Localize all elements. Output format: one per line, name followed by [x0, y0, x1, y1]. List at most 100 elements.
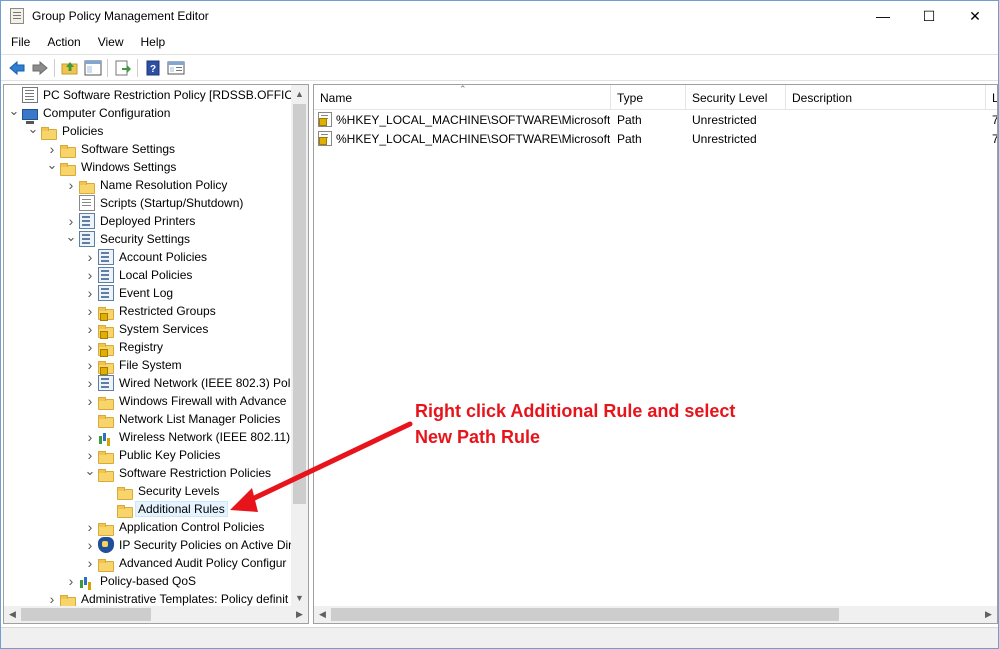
list-item[interactable]: %HKEY_LOCAL_MACHINE\SOFTWARE\Microsoft..… — [314, 129, 997, 148]
chevron-down-icon[interactable]: ⌄ — [63, 229, 79, 248]
back-arrow-icon — [8, 60, 24, 75]
chevron-right-icon[interactable]: › — [63, 572, 79, 590]
chevron-right-icon[interactable]: › — [82, 536, 98, 554]
show-hide-tree-button[interactable] — [81, 57, 104, 79]
chevron-right-icon[interactable]: › — [82, 428, 98, 446]
help-button[interactable]: ? — [141, 57, 164, 79]
folder-icon — [98, 558, 114, 572]
tree-item[interactable]: › File System — [82, 356, 184, 375]
chevron-right-icon[interactable]: › — [82, 302, 98, 320]
tree-item[interactable]: ⌄ Policies — [25, 121, 105, 140]
scroll-up-icon[interactable]: ▲ — [291, 85, 308, 102]
menu-help[interactable]: Help — [134, 35, 173, 49]
tree-item[interactable]: › Deployed Printers — [63, 212, 197, 230]
tree-vertical-scrollbar[interactable]: ▲ ▼ — [291, 85, 308, 606]
chevron-right-icon[interactable]: › — [82, 518, 98, 536]
chevron-right-icon[interactable]: › — [82, 320, 98, 338]
maximize-button[interactable]: ☐ — [906, 1, 952, 31]
annotation-line-2: New Path Rule — [415, 427, 541, 447]
column-header-security-level[interactable]: Security Level — [686, 85, 786, 110]
chevron-right-icon[interactable]: › — [82, 554, 98, 572]
tree-horizontal-scrollbar[interactable]: ◀ ▶ — [4, 606, 308, 623]
tree-hscroll-thumb[interactable] — [21, 608, 151, 621]
locked-folder-icon — [98, 324, 114, 339]
properties-icon — [167, 61, 184, 74]
folder-icon — [98, 450, 114, 464]
column-header-type[interactable]: Type — [611, 85, 686, 110]
tree-item[interactable]: › Advanced Audit Policy Configur — [82, 554, 288, 572]
tree-item-label: Deployed Printers — [100, 214, 196, 228]
tree-item[interactable]: ⌄ Windows Settings — [44, 157, 178, 176]
show-hide-tree-icon — [84, 60, 101, 75]
tree-item[interactable]: › Software Settings — [44, 140, 177, 158]
chevron-right-icon[interactable]: › — [82, 392, 98, 410]
column-header-name[interactable]: Name — [314, 85, 611, 110]
policy-icon — [98, 267, 114, 283]
chevron-down-icon[interactable]: ⌄ — [82, 463, 98, 482]
tree-item[interactable]: ⌄ Security Settings — [63, 229, 192, 248]
scroll-down-icon[interactable]: ▼ — [291, 589, 308, 606]
menu-file[interactable]: File — [4, 35, 37, 49]
tree-item[interactable]: Scripts (Startup/Shutdown) — [63, 194, 245, 212]
chevron-right-icon[interactable]: › — [82, 338, 98, 356]
chevron-right-icon[interactable]: › — [82, 446, 98, 464]
tree-item[interactable]: › Registry — [82, 338, 165, 357]
list-hscroll-thumb[interactable] — [331, 608, 839, 621]
tree-vscroll-thumb[interactable] — [293, 104, 306, 504]
chevron-right-icon[interactable]: › — [63, 212, 79, 230]
tree-item[interactable]: › Account Policies — [82, 248, 209, 266]
scroll-right-icon[interactable]: ▶ — [291, 606, 308, 623]
properties-button[interactable] — [164, 57, 187, 79]
chevron-down-icon[interactable]: ⌄ — [25, 121, 41, 140]
close-button[interactable]: ✕ — [952, 1, 998, 31]
chevron-right-icon[interactable]: › — [82, 248, 98, 266]
tree-item[interactable]: › Restricted Groups — [82, 302, 218, 321]
policy-icon — [98, 375, 114, 391]
tree-item[interactable]: Additional Rules — [101, 500, 228, 518]
back-button[interactable] — [5, 57, 28, 79]
forward-button[interactable] — [28, 57, 51, 79]
export-list-button[interactable] — [111, 57, 134, 79]
tree-item[interactable]: › Windows Firewall with Advance — [82, 392, 288, 410]
scroll-right-icon[interactable]: ▶ — [980, 606, 997, 623]
list-horizontal-scrollbar[interactable]: ◀ ▶ — [314, 606, 997, 623]
tree-item[interactable]: › Public Key Policies — [82, 446, 222, 464]
up-one-level-button[interactable] — [58, 57, 81, 79]
tree-item[interactable]: ⌄ Computer Configuration — [6, 103, 172, 124]
column-header-description[interactable]: Description — [786, 85, 986, 110]
tree-item[interactable]: Security Levels — [101, 482, 221, 500]
tree-item-label: Windows Firewall with Advance — [119, 394, 287, 408]
console-tree-pane[interactable]: PC Software Restriction Policy [RDSSB.OF… — [3, 84, 309, 624]
tree-item[interactable]: › Local Policies — [82, 266, 194, 284]
tree-item[interactable]: PC Software Restriction Policy [RDSSB.OF… — [6, 86, 308, 104]
menu-action[interactable]: Action — [40, 35, 87, 49]
tree-item[interactable]: › IP Security Policies on Active Dir — [82, 536, 294, 554]
tree-item[interactable]: Network List Manager Policies — [82, 410, 282, 428]
chevron-down-icon[interactable]: ⌄ — [6, 103, 22, 122]
chevron-right-icon[interactable]: › — [82, 266, 98, 284]
rule-name: %HKEY_LOCAL_MACHINE\SOFTWARE\Microsoft..… — [336, 131, 610, 146]
tree-item[interactable]: › Name Resolution Policy — [63, 176, 229, 194]
chevron-right-icon[interactable]: › — [82, 284, 98, 302]
tree-item[interactable]: › Policy-based QoS — [63, 572, 198, 590]
details-pane[interactable]: ⌃ Name Type Security Level Description L… — [313, 84, 998, 624]
chevron-down-icon[interactable]: ⌄ — [44, 157, 60, 176]
forward-arrow-icon — [32, 60, 48, 75]
chevron-right-icon[interactable]: › — [82, 356, 98, 374]
menu-view[interactable]: View — [91, 35, 131, 49]
window-controls: — ☐ ✕ — [860, 1, 998, 31]
tree-item[interactable]: › Application Control Policies — [82, 518, 266, 536]
scroll-left-icon[interactable]: ◀ — [314, 606, 331, 623]
chevron-right-icon[interactable]: › — [44, 140, 60, 158]
tree-item[interactable]: ⌄ Software Restriction Policies — [82, 463, 273, 482]
list-item[interactable]: %HKEY_LOCAL_MACHINE\SOFTWARE\Microsoft..… — [314, 110, 997, 129]
scroll-left-icon[interactable]: ◀ — [4, 606, 21, 623]
chevron-right-icon[interactable]: › — [63, 176, 79, 194]
tree-item[interactable]: › Event Log — [82, 284, 175, 302]
minimize-button[interactable]: — — [860, 1, 906, 31]
tree-item[interactable]: › System Services — [82, 320, 210, 339]
chevron-right-icon[interactable]: › — [82, 374, 98, 392]
tree-item[interactable]: › Wireless Network (IEEE 802.11) P — [82, 428, 304, 446]
tree-item[interactable]: › Wired Network (IEEE 802.3) Polic — [82, 374, 301, 392]
column-header-last-modified[interactable]: L — [986, 85, 997, 110]
